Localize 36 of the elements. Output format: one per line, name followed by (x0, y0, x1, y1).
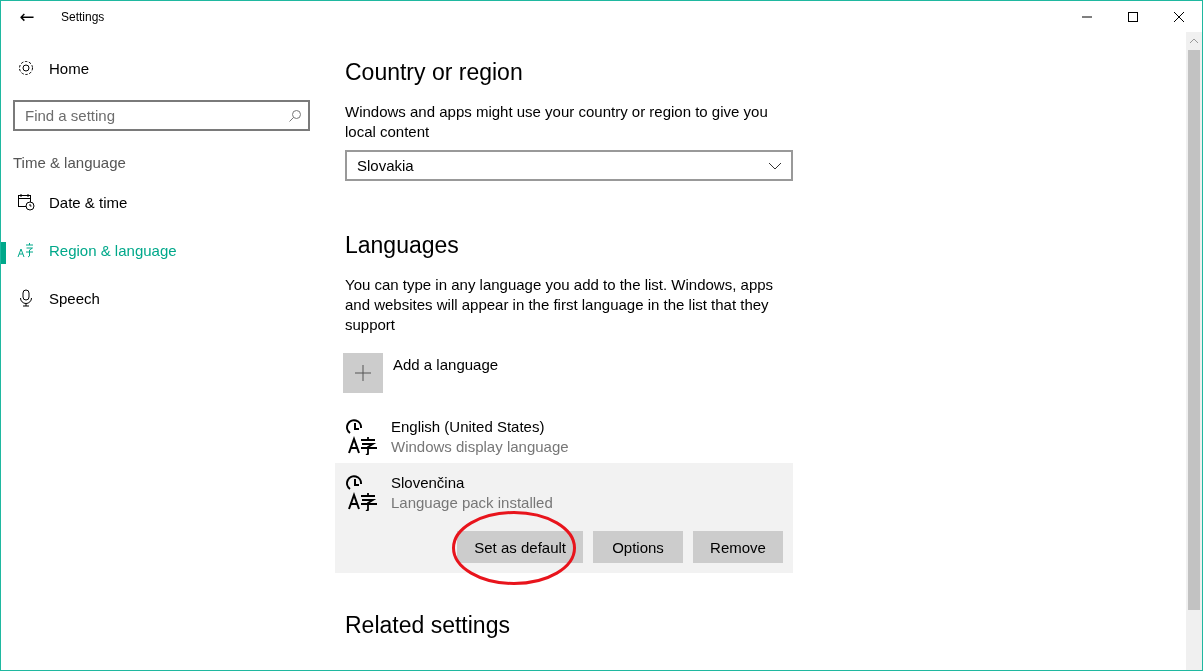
search-icon (288, 109, 302, 123)
language-status: Language pack installed (391, 493, 553, 513)
scroll-up-icon[interactable] (1189, 38, 1199, 44)
section-description: You can type in any language you add to the list. Windows, apps and websites will appear in the first language in the list that they support (345, 275, 775, 335)
gear-icon (17, 59, 35, 77)
language-action-button[interactable]: Set as default (457, 531, 583, 563)
scrollbar[interactable] (1186, 32, 1202, 670)
home-link[interactable]: Home (49, 59, 89, 77)
language-name[interactable]: English (United States) (391, 417, 569, 437)
section-heading: Languages (345, 231, 460, 259)
close-icon[interactable] (1173, 10, 1185, 23)
chevron-down-icon (768, 161, 782, 170)
language-icon (17, 241, 35, 259)
language-action-button[interactable]: Remove (693, 531, 783, 563)
microphone-icon (17, 289, 35, 307)
back-button[interactable]: ← (17, 4, 37, 29)
search-field[interactable]: Find a setting (13, 100, 310, 131)
language-clock-icon (345, 475, 379, 511)
language-status: Windows display language (391, 437, 569, 457)
language-clock-icon (345, 419, 379, 455)
window-title: Settings (61, 9, 105, 24)
section-description: Windows and apps might use your country or region to give you local content (345, 102, 769, 142)
section-heading: Country or region (345, 58, 524, 86)
language-action-button[interactable]: Options (593, 531, 683, 563)
add-language-label[interactable]: Add a language (393, 356, 499, 373)
section-heading: Related settings (345, 611, 511, 639)
sidebar-item[interactable]: Speech (49, 289, 100, 307)
sidebar-item[interactable]: Date & time (49, 193, 128, 211)
calendar-clock-icon (17, 193, 35, 211)
country-dropdown[interactable]: Slovakia (345, 150, 793, 181)
scrollbar-thumb[interactable] (1188, 50, 1200, 610)
language-name[interactable]: Slovenčina (391, 473, 553, 493)
category-label: Time & language (13, 154, 127, 173)
maximize-icon[interactable] (1127, 10, 1139, 23)
plus-icon (354, 364, 372, 382)
add-language-button[interactable] (343, 353, 383, 393)
